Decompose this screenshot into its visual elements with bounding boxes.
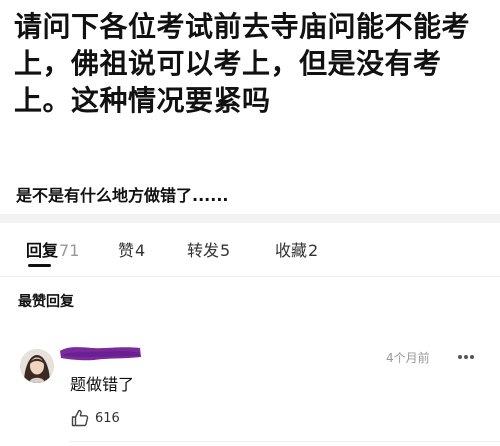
tab-likes[interactable]: 赞4 [118,236,145,266]
post-body: 是不是有什么地方做错了...... [16,186,229,205]
thumbs-up-icon [71,409,89,427]
username-redaction [60,347,141,361]
comment-divider [70,441,500,442]
tab-reposts[interactable]: 转发5 [187,236,230,266]
tab-favorites[interactable]: 收藏2 [275,236,318,266]
tab-likes-label: 赞 [118,241,135,260]
avatar-image [20,349,54,383]
avatar[interactable] [20,349,54,383]
tab-replies[interactable]: 回复71 [26,236,79,266]
post-title: 请问下各位考试前去寺庙问能不能考上，佛祖说可以考上，但是没有考上。这种情况要紧吗 [14,10,471,117]
more-dots-icon [458,355,474,359]
more-options-button[interactable] [453,346,479,368]
tab-replies-label: 回复 [26,241,59,260]
tab-replies-count: 71 [59,241,80,260]
comment-text: 题做错了 [70,375,135,394]
section-divider [0,214,500,223]
like-count: 616 [95,411,120,426]
tab-bar: 回复71 赞4 转发5 收藏2 [0,236,500,266]
tab-reposts-label: 转发 [187,241,220,260]
tabs-divider [0,276,500,277]
tab-favorites-label: 收藏 [275,241,308,260]
tab-favorites-count: 2 [308,241,319,260]
comment-time: 4个月前 [386,351,430,365]
tab-likes-count: 4 [135,241,146,260]
active-tab-indicator [28,264,51,267]
tab-reposts-count: 5 [220,241,231,260]
section-label: 最赞回复 [18,294,74,310]
comment-item: 4个月前 题做错了 616 [0,336,500,446]
